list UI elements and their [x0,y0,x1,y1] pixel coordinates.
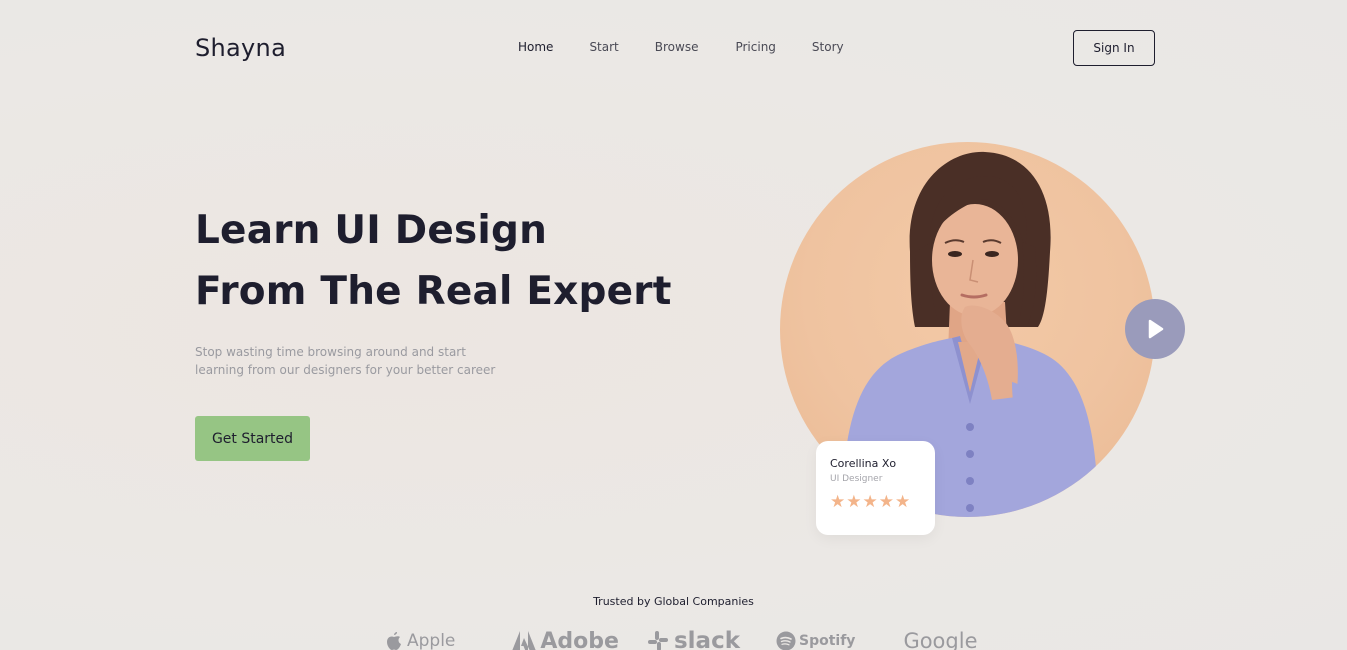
spotify-logo-icon [776,631,796,650]
adobe-logo-icon [512,631,537,650]
apple-logo-icon [387,632,401,650]
play-video-button[interactable] [1125,299,1185,359]
nav-browse[interactable]: Browse [655,40,699,54]
nav-story[interactable]: Story [812,40,844,54]
designer-profile-card: Corellina Xo UI Designer ★ ★ ★ ★ ★ [816,441,935,535]
company-apple-name: Apple [407,631,456,650]
company-adobe-name: Adobe [540,628,619,650]
profile-role: UI Designer [830,474,883,484]
play-icon [1148,319,1164,339]
company-slack-name: slack [673,628,740,650]
nav-pricing[interactable]: Pricing [735,40,775,54]
get-started-button[interactable]: Get Started [195,416,310,461]
sign-in-button[interactable]: Sign In [1073,30,1155,66]
company-slack: slack [647,628,740,650]
hero-subtitle: Stop wasting time browsing around and st… [195,343,515,379]
star-icon: ★ [846,492,862,512]
company-spotify-name: Spotify [799,633,856,649]
trusted-heading: Trusted by Global Companies [593,595,754,608]
profile-name: Corellina Xo [830,457,897,470]
company-google-name: Google [903,629,978,650]
hero-title-line-1: Learn UI Design [195,208,548,253]
company-logos: Apple Adobe slack Spotify Google [385,628,978,650]
company-google: Google [903,629,977,650]
hero-title: Learn UI Design From The Real Expert [195,200,672,322]
nav-start[interactable]: Start [589,40,618,54]
hero-title-line-2: From The Real Expert [195,269,672,314]
company-adobe: Adobe [511,629,619,650]
star-icon: ★ [895,492,911,512]
company-spotify: Spotify [776,631,855,650]
star-icon: ★ [830,492,846,512]
star-icon: ★ [862,492,878,512]
main-nav: Home Start Browse Pricing Story [518,40,880,54]
star-icon: ★ [878,492,894,512]
site-logo[interactable]: Shayna [195,34,286,62]
hero-subtitle-line-2: learning from our designers for your bet… [195,363,496,377]
nav-home[interactable]: Home [518,40,553,54]
rating-stars: ★ ★ ★ ★ ★ [830,492,921,512]
company-apple: Apple [385,631,455,650]
slack-logo-icon [647,631,668,650]
hero-subtitle-line-1: Stop wasting time browsing around and st… [195,345,466,359]
